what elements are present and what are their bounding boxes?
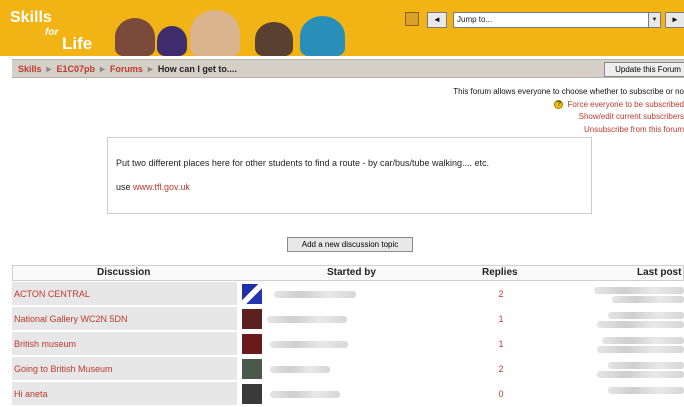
add-discussion-button[interactable]: Add a new discussion topic <box>287 237 413 252</box>
next-activity-button[interactable]: ► <box>665 12 684 28</box>
subscription-panel: This forum allows everyone to choose whe… <box>420 86 684 136</box>
discussion-link[interactable]: Hi aneta <box>14 389 48 399</box>
table-row: National Gallery WC2N 5DN 1 <box>12 307 684 332</box>
jump-to-select[interactable]: Jump to... ▼ <box>453 12 661 28</box>
breadcrumb-separator-icon: ► <box>145 64 155 74</box>
update-forum-button[interactable]: Update this Forum <box>604 62 684 77</box>
discussion-link[interactable]: ACTON CENTRAL <box>14 289 90 299</box>
avatar[interactable] <box>242 284 262 304</box>
discussion-link[interactable]: Going to British Museum <box>14 364 113 374</box>
avatar[interactable] <box>242 309 262 329</box>
last-post-blurred <box>608 387 684 394</box>
prev-activity-button[interactable]: ◄ <box>427 12 447 28</box>
author-name-blurred <box>270 341 348 348</box>
column-header-discussion[interactable]: Discussion <box>97 267 150 278</box>
logo-line-life: Life <box>62 34 93 53</box>
banner-photo-4 <box>255 22 293 56</box>
table-row: British museum 1 <box>12 332 684 357</box>
column-header-replies[interactable]: Replies <box>482 267 518 278</box>
banner-photos <box>115 10 355 56</box>
replies-count[interactable]: 2 <box>496 289 506 299</box>
discussion-link[interactable]: National Gallery WC2N 5DN <box>14 314 128 324</box>
intro-use-prefix: use <box>116 182 134 192</box>
breadcrumb: Skills ► E1C07pb ► Forums ► How can I get to..… <box>18 64 237 74</box>
breadcrumb-bar: Skills ► E1C07pb ► Forums ► How can I get to..… <box>12 59 684 78</box>
subscription-info-text: This forum allows everyone to choose whe… <box>453 87 684 96</box>
last-post-blurred <box>608 312 684 319</box>
discussion-cell: Going to British Museum <box>12 357 237 381</box>
column-header-last-post[interactable]: Last post <box>637 267 681 278</box>
replies-count[interactable]: 1 <box>496 314 506 324</box>
table-row: Going to British Museum 2 <box>12 357 684 382</box>
course-home-icon[interactable] <box>405 12 419 26</box>
force-subscribe-link[interactable]: ? Force everyone to be subscribed <box>420 99 684 112</box>
discussion-cell: ACTON CENTRAL <box>12 282 237 306</box>
discussion-cell: British museum <box>12 332 237 356</box>
unsubscribe-link[interactable]: Unsubscribe from this forum <box>420 124 684 137</box>
jump-to-value: Jump to... <box>457 15 493 24</box>
avatar[interactable] <box>242 334 262 354</box>
banner-photo-5 <box>300 16 345 56</box>
banner-photo-2 <box>157 26 187 56</box>
last-post-date-blurred <box>597 346 684 353</box>
site-logo[interactable]: Skills for Life <box>10 10 115 55</box>
table-row: ACTON CENTRAL 2 <box>12 282 684 307</box>
author-name-blurred <box>270 391 340 398</box>
last-post-blurred <box>594 287 684 294</box>
site-banner: Skills for Life ◄ Jump to... ▼ ► <box>0 0 684 56</box>
help-icon[interactable]: ? <box>554 99 564 109</box>
replies-count[interactable]: 1 <box>496 339 506 349</box>
author-name-blurred <box>270 366 330 373</box>
discussion-link[interactable]: British museum <box>14 339 76 349</box>
discussion-cell: Hi aneta <box>12 382 237 406</box>
last-post-blurred <box>602 337 684 344</box>
dropdown-arrow-icon[interactable]: ▼ <box>648 13 660 27</box>
author-name-blurred <box>267 316 347 323</box>
banner-photo-3 <box>190 10 240 56</box>
column-header-started-by[interactable]: Started by <box>327 267 376 278</box>
discussion-cell: National Gallery WC2N 5DN <box>12 307 237 331</box>
last-post-date-blurred <box>612 296 684 303</box>
forum-intro-link-line: use www.tfl.gov.uk <box>116 182 190 192</box>
breadcrumb-link-course[interactable]: E1C07pb <box>56 64 95 74</box>
breadcrumb-separator-icon: ► <box>97 64 107 74</box>
show-subscribers-link[interactable]: Show/edit current subscribers <box>420 111 684 124</box>
last-post-date-blurred <box>597 321 684 328</box>
logo-line-skills: Skills <box>10 9 52 26</box>
avatar[interactable] <box>242 384 262 404</box>
logo-line-for: for <box>45 27 59 38</box>
breadcrumb-current: How can I get to.... <box>157 64 237 74</box>
jump-navigation: ◄ Jump to... ▼ ► <box>405 12 684 30</box>
replies-count[interactable]: 0 <box>496 389 506 399</box>
banner-photo-1 <box>115 18 155 56</box>
author-name-blurred <box>274 291 356 298</box>
table-row: Hi aneta 0 <box>12 382 684 407</box>
forum-intro-box: Put two different places here for other … <box>107 137 592 214</box>
forum-intro-text: Put two different places here for other … <box>116 158 490 168</box>
tfl-link[interactable]: www.tfl.gov.uk <box>133 182 190 192</box>
table-header: Discussion Started by Replies Last post <box>12 265 684 281</box>
breadcrumb-link-forums[interactable]: Forums <box>110 64 143 74</box>
replies-count[interactable]: 2 <box>496 364 506 374</box>
breadcrumb-link-skills[interactable]: Skills <box>18 64 42 74</box>
last-post-date-blurred <box>597 371 684 378</box>
breadcrumb-separator-icon: ► <box>44 64 54 74</box>
last-post-blurred <box>608 362 684 369</box>
force-subscribe-label: Force everyone to be subscribed <box>567 99 684 109</box>
avatar[interactable] <box>242 359 262 379</box>
